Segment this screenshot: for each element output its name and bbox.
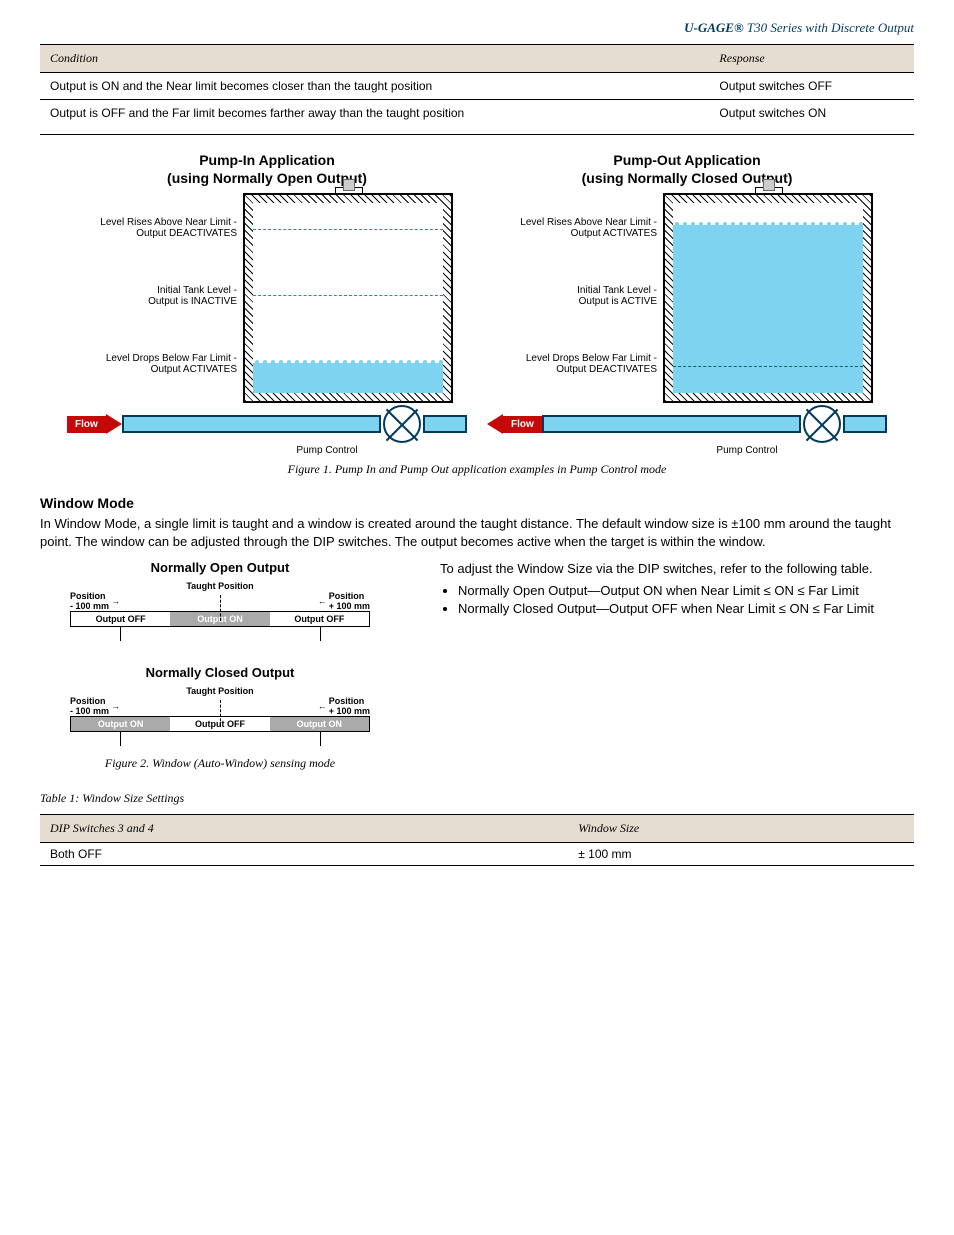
pos-plus-label: Position + 100 mm (329, 696, 370, 716)
brand-text: U-GAGE® (684, 20, 744, 35)
valve-icon (383, 405, 421, 443)
nc-output-caption: Normally Closed Output (40, 665, 400, 680)
table-row: Output is ON and the Near limit becomes … (40, 73, 914, 100)
formula-text: Near Limit ≤ ON ≤ Far Limit (716, 601, 874, 616)
pos-minus-label: Position - 100 mm (70, 696, 109, 716)
pipe (843, 415, 887, 433)
nc-output-figure: Taught Position Position - 100 mm→ ←Posi… (70, 686, 370, 746)
flow-arrow-icon: Flow (67, 414, 122, 434)
cell: ± 100 mm (568, 843, 914, 866)
table-row: Both OFF ± 100 mm (40, 843, 914, 866)
window-intro-text: To adjust the Window Size via the DIP sw… (440, 560, 914, 578)
bullet-nc: Normally Closed Output—Output OFF when N… (458, 600, 914, 618)
seg-on: Output ON (270, 717, 369, 731)
pump-control-label: Pump Control (607, 445, 887, 456)
taught-label: Taught Position (70, 581, 370, 591)
initial-level-line (253, 295, 443, 296)
flow-arrow-icon: Flow (487, 414, 542, 434)
window-mode-heading: Window Mode (40, 495, 914, 511)
cell: Both OFF (40, 843, 568, 866)
figure-2-caption: Figure 2. Window (Auto-Window) sensing m… (40, 756, 400, 771)
cell: Output switches ON (709, 100, 914, 135)
label-far: Level Drops Below Far Limit - Output DEA… (487, 353, 657, 375)
figure-2: Normally Open Output Taught Position Pos… (40, 560, 914, 771)
sensor-mount-icon (763, 179, 775, 191)
pump-response-table: Condition Response Output is ON and the … (40, 44, 914, 135)
pump-in-subtitle: (using Normally Open Output) (67, 169, 467, 187)
pump-out-diagram: Pump-Out Application (using Normally Clo… (487, 151, 887, 456)
label-near: Level Rises Above Near Limit - Output AC… (487, 217, 657, 239)
th-condition: Condition (40, 45, 709, 73)
pos-plus-label: Position + 100 mm (329, 591, 370, 611)
seg-off: Output OFF (270, 612, 369, 626)
arrow-left-icon: ← (318, 701, 327, 711)
flow-label: Flow (503, 416, 542, 433)
pump-out-title: Pump-Out Application (487, 151, 887, 169)
th-winsize: Window Size (568, 815, 914, 843)
window-mode-text: In Window Mode, a single limit is taught… (40, 515, 914, 550)
pipe (122, 415, 381, 433)
model-line: T30 Series with Discrete Output (747, 20, 914, 35)
pump-in-title: Pump-In Application (67, 151, 467, 169)
seg-on: Output ON (71, 717, 170, 731)
table-row: Output is OFF and the Far limit becomes … (40, 100, 914, 135)
pipe (423, 415, 467, 433)
pipe (542, 415, 801, 433)
water-low (253, 363, 443, 393)
pump-control-label: Pump Control (187, 445, 467, 456)
label-init: Initial Tank Level - Output is INACTIVE (67, 285, 237, 307)
table-1-title: Table 1: Window Size Settings (40, 791, 914, 806)
seg-off: Output OFF (71, 612, 170, 626)
figure-1-caption: Figure 1. Pump In and Pump Out applicati… (40, 462, 914, 477)
near-limit-line (253, 229, 443, 230)
arrow-right-icon: → (111, 596, 120, 606)
label-far: Level Drops Below Far Limit - Output ACT… (67, 353, 237, 375)
th-response: Response (709, 45, 914, 73)
label-init: Initial Tank Level - Output is ACTIVE (487, 285, 657, 307)
window-mode-side-text: To adjust the Window Size via the DIP sw… (440, 560, 914, 621)
no-output-caption: Normally Open Output (40, 560, 400, 575)
cell: Output is OFF and the Far limit becomes … (40, 100, 709, 135)
water-high (673, 225, 863, 393)
valve-icon (803, 405, 841, 443)
pump-in-diagram: Pump-In Application (using Normally Open… (67, 151, 467, 456)
flow-label: Flow (67, 416, 106, 433)
sensor-mount-icon (343, 179, 355, 191)
window-size-table: DIP Switches 3 and 4 Window Size Both OF… (40, 814, 914, 866)
taught-center-line (220, 595, 221, 621)
pos-minus-label: Position - 100 mm (70, 591, 109, 611)
arrow-right-icon: → (111, 701, 120, 711)
label-near: Level Rises Above Near Limit - Output DE… (67, 217, 237, 239)
pump-out-subtitle: (using Normally Closed Output) (487, 169, 887, 187)
taught-center-line (220, 700, 221, 726)
no-output-figure: Taught Position Position - 100 mm→ ←Posi… (70, 581, 370, 641)
figure-1: Pump-In Application (using Normally Open… (40, 151, 914, 456)
arrow-left-icon: ← (318, 596, 327, 606)
cell: Output switches OFF (709, 73, 914, 100)
formula-text: Near Limit ≤ ON ≤ Far Limit (701, 583, 859, 598)
far-limit-line (673, 366, 863, 367)
bullet-no: Normally Open Output—Output ON when Near… (458, 582, 914, 600)
taught-label: Taught Position (70, 686, 370, 696)
th-dip: DIP Switches 3 and 4 (40, 815, 568, 843)
cell: Output is ON and the Near limit becomes … (40, 73, 709, 100)
page-header: U-GAGE® T30 Series with Discrete Output (40, 20, 914, 36)
